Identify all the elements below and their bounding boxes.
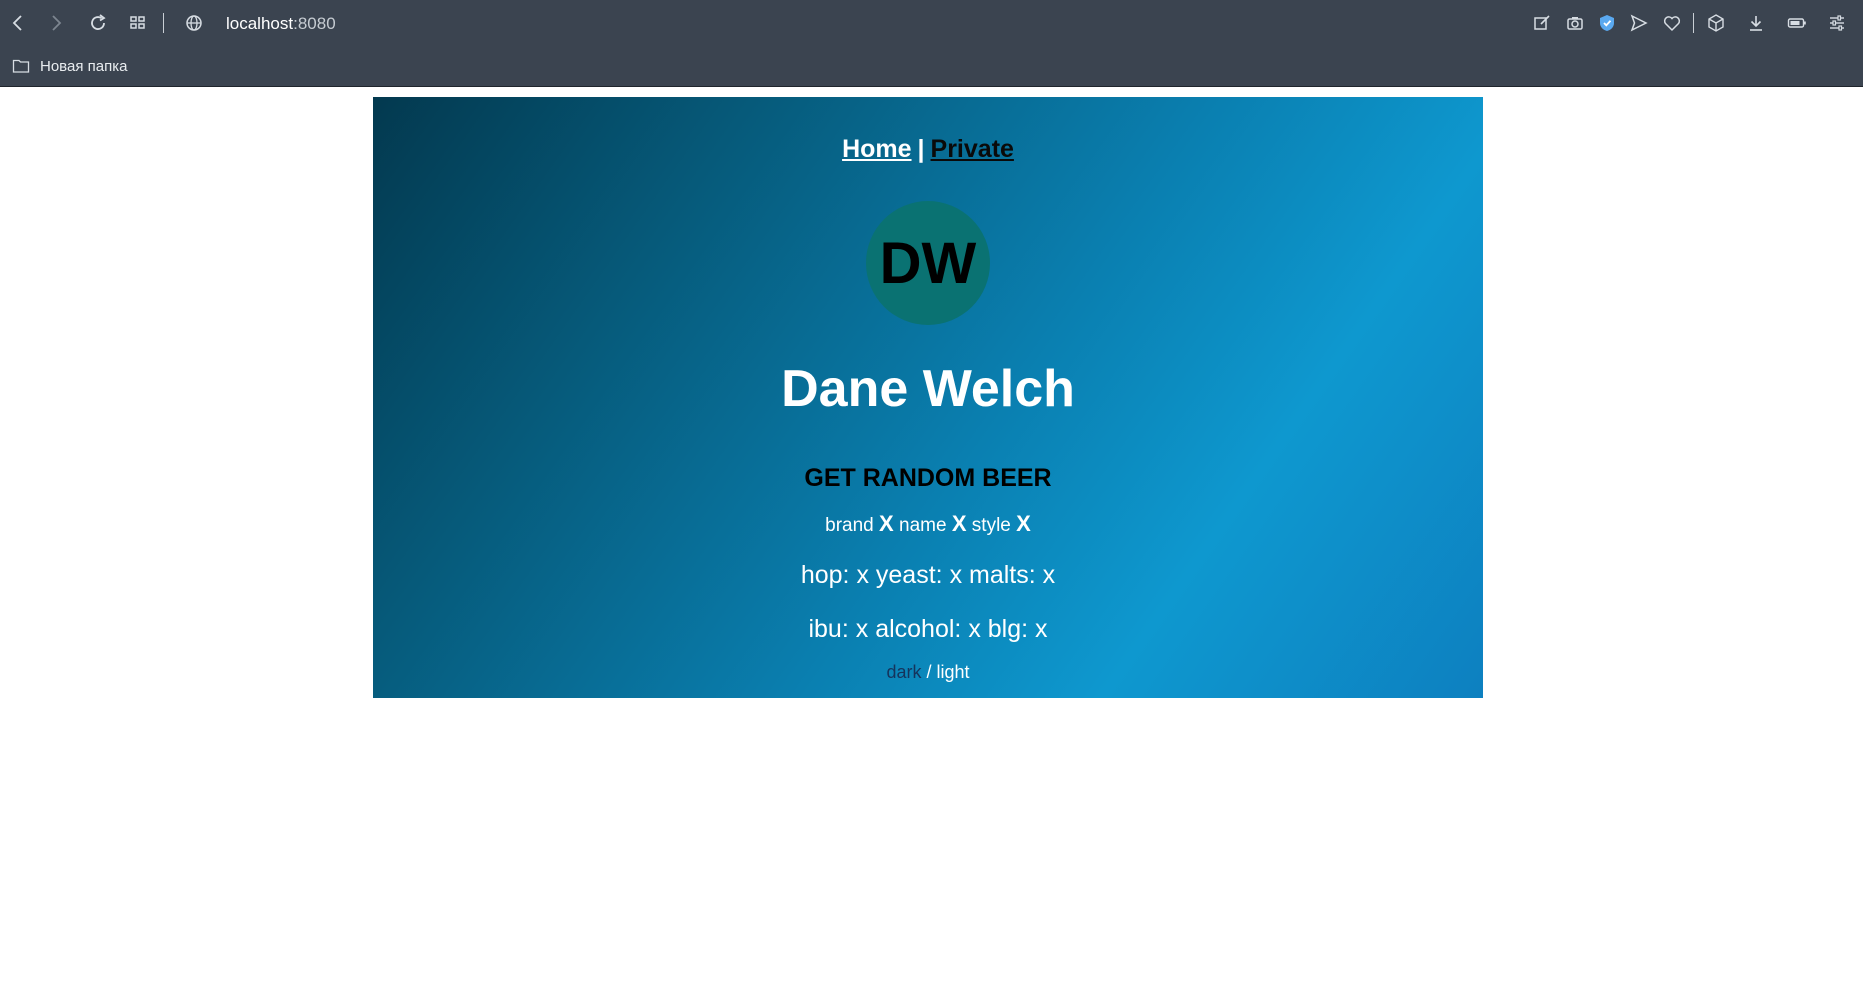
heart-icon[interactable] xyxy=(1660,11,1684,35)
name-value: X xyxy=(951,511,967,536)
get-random-beer-button[interactable]: GET RANDOM BEER xyxy=(373,464,1483,493)
beer-stats-line: ibu: x alcohol: x blg: x xyxy=(373,615,1483,644)
blg-label: blg: xyxy=(987,615,1029,643)
address-bar[interactable]: localhost:8080 xyxy=(226,12,336,36)
malts-label: malts: xyxy=(969,561,1036,589)
edit-page-icon[interactable] xyxy=(1530,11,1554,35)
address-port: :8080 xyxy=(293,14,336,33)
back-icon[interactable] xyxy=(6,11,30,35)
malts-value: x xyxy=(1042,561,1056,589)
bookmark-folder-label: Новая папка xyxy=(40,57,128,75)
hop-label: hop: xyxy=(800,561,850,589)
battery-icon[interactable] xyxy=(1785,11,1809,35)
avatar-initials: DW xyxy=(879,230,977,296)
profile-card: Home | Private DW Dane Welch GET RANDOM BE… xyxy=(373,97,1483,698)
style-value: X xyxy=(1016,511,1031,536)
ibu-value: x xyxy=(855,615,869,643)
brand-label: brand xyxy=(825,515,874,536)
reload-icon[interactable] xyxy=(86,11,110,35)
toolbar-divider-right xyxy=(1693,13,1694,33)
nav-separator: | xyxy=(917,135,925,163)
theme-switcher: dark / light xyxy=(373,662,1483,683)
tiles-icon[interactable] xyxy=(126,11,150,35)
blg-value: x xyxy=(1035,615,1048,643)
send-icon[interactable] xyxy=(1627,11,1651,35)
nav-home-link[interactable]: Home xyxy=(842,135,911,163)
name-label: name xyxy=(899,515,947,536)
toolbar-divider xyxy=(163,13,164,33)
user-name: Dane Welch xyxy=(781,360,1075,418)
folder-icon xyxy=(12,59,30,73)
yeast-label: yeast: xyxy=(875,561,943,589)
browser-chrome: localhost:8080 Новая папка xyxy=(0,0,1863,87)
shield-icon[interactable] xyxy=(1595,11,1619,35)
brand-value: X xyxy=(879,511,894,536)
forward-icon[interactable] xyxy=(44,11,68,35)
theme-light-link[interactable]: light xyxy=(937,662,970,682)
theme-dark-link[interactable]: dark xyxy=(886,662,921,682)
settings-sliders-icon[interactable] xyxy=(1825,11,1849,35)
ibu-label: ibu: xyxy=(808,615,849,643)
style-label: style xyxy=(971,515,1011,536)
hop-value: x xyxy=(856,561,869,589)
globe-icon[interactable] xyxy=(182,11,206,35)
avatar: DW xyxy=(866,201,990,325)
beer-brand-line: brand X name X style X xyxy=(373,511,1483,537)
top-nav: Home | Private xyxy=(373,135,1483,164)
nav-private-link[interactable]: Private xyxy=(931,135,1014,163)
theme-separator: / xyxy=(926,662,932,682)
cube-icon[interactable] xyxy=(1704,11,1728,35)
beer-ingredients-line: hop: x yeast: x malts: x xyxy=(373,561,1483,590)
alcohol-label: alcohol: xyxy=(875,615,962,643)
camera-icon[interactable] xyxy=(1563,11,1587,35)
bookmarks-bar: Новая папка xyxy=(0,47,1863,87)
address-host: localhost xyxy=(226,14,294,33)
browser-toolbar: localhost:8080 xyxy=(0,0,1863,47)
bookmark-folder[interactable]: Новая папка xyxy=(12,54,127,78)
alcohol-value: x xyxy=(968,615,981,643)
yeast-value: x xyxy=(949,561,963,589)
download-icon[interactable] xyxy=(1744,11,1768,35)
